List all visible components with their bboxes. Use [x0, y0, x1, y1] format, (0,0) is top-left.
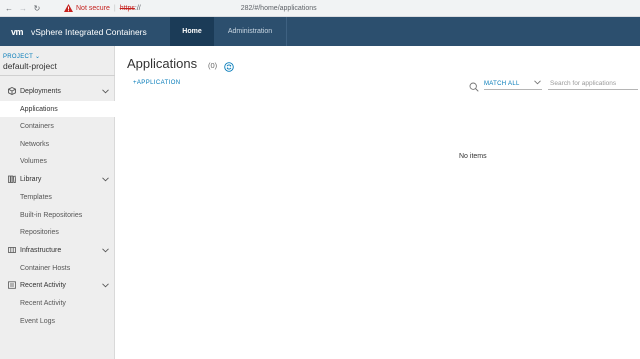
sidebar-item-networks[interactable]: Networks: [0, 136, 115, 152]
sidebar-item-repositories[interactable]: Repositories: [0, 224, 115, 240]
tab-divider: [286, 17, 287, 46]
refresh-icon[interactable]: [224, 59, 234, 72]
chevron-down-icon[interactable]: [101, 281, 109, 289]
match-all-label: MATCH ALL: [484, 81, 520, 87]
tab-home[interactable]: Home: [170, 17, 214, 46]
project-selector[interactable]: PROJECT ⌄: [3, 53, 40, 60]
sidebar-item-event-logs[interactable]: Event Logs: [0, 313, 115, 329]
sidebar-group-label: Deployments: [20, 87, 61, 95]
match-all-dropdown[interactable]: MATCH ALL: [484, 79, 542, 90]
divider: [0, 75, 115, 76]
activity-icon: [8, 281, 16, 289]
deployments-icon: [8, 87, 16, 95]
url-scheme[interactable]: https: [120, 5, 135, 12]
sidebar-item-recent-activity[interactable]: Recent Activity: [0, 295, 115, 311]
project-label: PROJECT: [3, 54, 33, 60]
app-title: vSphere Integrated Containers: [31, 26, 147, 37]
chevron-down-icon: ⌄: [34, 54, 41, 60]
vmware-logo: vm: [10, 26, 24, 37]
sidebar-group-label: Library: [20, 175, 42, 183]
chevron-down-icon: [534, 80, 541, 87]
sidebar-item-volumes[interactable]: Volumes: [0, 153, 115, 169]
sidebar-item-container-hosts[interactable]: Container Hosts: [0, 260, 115, 276]
sidebar-item-containers[interactable]: Containers: [0, 118, 115, 134]
sidebar-item-templates[interactable]: Templates: [0, 189, 115, 205]
chevron-down-icon[interactable]: [101, 175, 109, 183]
forward-arrow-icon[interactable]: →: [17, 2, 29, 14]
url-path[interactable]: 282/#/home/applications: [241, 5, 317, 12]
sidebar-item-applications[interactable]: Applications: [0, 101, 115, 117]
project-name[interactable]: default-project: [3, 61, 57, 71]
sidebar-group-label: Infrastructure: [20, 246, 62, 254]
chevron-down-icon[interactable]: [101, 87, 109, 95]
sidebar-group-library[interactable]: Library: [0, 172, 115, 186]
search-input[interactable]: [548, 78, 638, 90]
browser-address-bar: ← → ↻ Not secure | https:// 282/#/home/a…: [0, 0, 640, 17]
item-count: (0): [208, 61, 218, 70]
library-icon: [8, 175, 16, 183]
warning-icon[interactable]: [63, 4, 73, 13]
main-content: Applications (0) +APPLICATION MATCH ALL …: [115, 46, 640, 359]
url-separator: |: [113, 4, 116, 12]
sidebar-group-recent-activity[interactable]: Recent Activity: [0, 278, 115, 292]
not-secure-label[interactable]: Not secure: [76, 5, 110, 12]
sidebar-group-infrastructure[interactable]: Infrastructure: [0, 243, 115, 257]
sidebar-group-deployments[interactable]: Deployments: [0, 84, 115, 98]
add-application-button[interactable]: +APPLICATION: [133, 80, 181, 86]
search-icon[interactable]: [469, 79, 479, 92]
infrastructure-icon: [8, 246, 16, 254]
sidebar-item-built-in-repositories[interactable]: Built-in Repositories: [0, 207, 115, 223]
reload-icon[interactable]: ↻: [31, 2, 43, 14]
back-arrow-icon[interactable]: ←: [3, 2, 15, 14]
url-scheme-rest[interactable]: ://: [135, 5, 141, 12]
tab-administration[interactable]: Administration: [214, 17, 286, 46]
chevron-down-icon[interactable]: [101, 246, 109, 254]
app-header: vm vSphere Integrated Containers Home Ad…: [0, 17, 640, 46]
page-title: Applications: [127, 56, 198, 71]
sidebar: PROJECT ⌄ default-project Deployments Ap…: [0, 46, 115, 359]
sidebar-group-label: Recent Activity: [20, 281, 66, 289]
empty-state-text: No items: [459, 153, 487, 160]
